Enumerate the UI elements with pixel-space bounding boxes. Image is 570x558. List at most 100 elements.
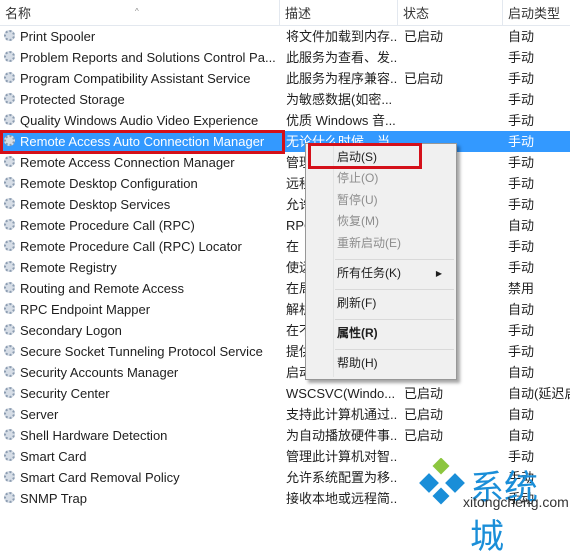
service-row[interactable]: Protected Storage 为敏感数据(如密... 手动 <box>0 89 570 110</box>
service-row[interactable]: Security Center WSCSVC(Windo... 已启动 自动(延… <box>0 383 570 404</box>
service-description: 为敏感数据(如密... <box>286 92 393 107</box>
service-gear-icon <box>4 51 15 62</box>
service-description: 支持此计算机通过... <box>286 407 398 422</box>
service-row[interactable]: Remote Desktop Configuration 远程 手动 <box>0 173 570 194</box>
service-description: 优质 Windows 音... <box>286 113 396 128</box>
service-gear-icon <box>4 240 15 251</box>
service-name: Security Accounts Manager <box>20 365 179 380</box>
service-name: Remote Desktop Configuration <box>20 176 198 191</box>
service-row[interactable]: Program Compatibility Assistant Service … <box>0 68 570 89</box>
service-status: 已启动 <box>404 29 444 44</box>
service-name: RPC Endpoint Mapper <box>20 302 151 317</box>
service-name: Problem Reports and Solutions Control Pa… <box>20 50 276 65</box>
menu-item-help[interactable]: 帮助(H) <box>337 353 378 374</box>
context-menu: 启动(S) 停止(O) 暂停(U) 恢复(M) 重新启动(E) 所有任务(K) ▶… <box>305 143 457 380</box>
service-row[interactable]: Problem Reports and Solutions Control Pa… <box>0 47 570 68</box>
service-gear-icon <box>4 72 15 83</box>
service-gear-icon <box>4 177 15 188</box>
menu-item-pause[interactable]: 暂停(U) <box>337 190 378 211</box>
menu-separator <box>335 349 454 350</box>
menu-separator <box>335 289 454 290</box>
service-gear-icon <box>4 324 15 335</box>
submenu-arrow-icon: ▶ <box>435 269 442 278</box>
service-startup-type: 手动 <box>508 155 535 170</box>
menu-separator <box>335 319 454 320</box>
service-startup-type: 手动 <box>508 239 535 254</box>
service-row[interactable]: Remote Procedure Call (RPC) RPC 自动 <box>0 215 570 236</box>
service-gear-icon <box>4 471 15 482</box>
service-startup-type: 手动 <box>508 113 535 128</box>
service-gear-icon <box>4 345 15 356</box>
service-row[interactable]: Secondary Logon 在不 手动 <box>0 320 570 341</box>
service-status: 已启动 <box>404 428 444 443</box>
service-description: 此服务为查看、发... <box>286 50 398 65</box>
service-status: 已启动 <box>404 407 444 422</box>
service-description: 管理此计算机对智... <box>286 449 398 464</box>
service-gear-icon <box>4 429 15 440</box>
service-row[interactable]: Remote Access Connection Manager 管理 手动 <box>0 152 570 173</box>
column-header: 名称 ^ 描述 状态 启动类型 <box>0 0 570 26</box>
column-status[interactable]: 状态 <box>398 0 503 25</box>
service-name: Remote Registry <box>20 260 117 275</box>
menu-item-stop[interactable]: 停止(O) <box>337 168 378 189</box>
menu-item-refresh[interactable]: 刷新(F) <box>337 293 376 314</box>
service-gear-icon <box>4 387 15 398</box>
watermark-logo-icon <box>419 458 465 505</box>
service-name: Remote Procedure Call (RPC) Locator <box>20 239 242 254</box>
service-name: SNMP Trap <box>20 491 87 506</box>
column-startup-type[interactable]: 启动类型 <box>503 0 570 25</box>
service-description: 此服务为程序兼容... <box>286 71 398 86</box>
service-description: WSCSVC(Windo... <box>286 386 396 401</box>
service-row[interactable]: Remote Registry 使远 手动 <box>0 257 570 278</box>
highlight-selected-service <box>0 130 285 154</box>
service-startup-type: 手动 <box>508 344 535 359</box>
service-name: Smart Card Removal Policy <box>20 470 180 485</box>
menu-gutter <box>333 146 334 377</box>
service-name: Security Center <box>20 386 110 401</box>
service-startup-type: 自动 <box>508 218 535 233</box>
service-gear-icon <box>4 198 15 209</box>
service-gear-icon <box>4 450 15 461</box>
service-startup-type: 手动 <box>508 323 535 338</box>
menu-item-restart[interactable]: 重新启动(E) <box>337 233 401 254</box>
service-gear-icon <box>4 261 15 272</box>
service-row[interactable]: RPC Endpoint Mapper 解析 自动 <box>0 299 570 320</box>
service-row[interactable]: Remote Procedure Call (RPC) Locator 在 手动 <box>0 236 570 257</box>
service-gear-icon <box>4 114 15 125</box>
service-row[interactable]: Print Spooler 将文件加载到内存... 已启动 自动 <box>0 26 570 47</box>
service-name: Program Compatibility Assistant Service <box>20 71 251 86</box>
service-startup-type: 自动 <box>508 29 535 44</box>
menu-item-properties[interactable]: 属性(R) <box>337 323 378 344</box>
service-row[interactable]: Remote Desktop Services 允许 手动 <box>0 194 570 215</box>
service-gear-icon <box>4 492 15 503</box>
service-startup-type: 手动 <box>508 50 535 65</box>
service-name: Remote Procedure Call (RPC) <box>20 218 195 233</box>
service-name: Server <box>20 407 59 422</box>
service-status: 已启动 <box>404 71 444 86</box>
column-description[interactable]: 描述 <box>280 0 398 25</box>
service-row[interactable]: Security Accounts Manager 启动 自动 <box>0 362 570 383</box>
service-row[interactable]: Routing and Remote Access 在局 禁用 <box>0 278 570 299</box>
service-gear-icon <box>4 282 15 293</box>
service-name: Shell Hardware Detection <box>20 428 168 443</box>
service-row[interactable]: Server 支持此计算机通过... 已启动 自动 <box>0 404 570 425</box>
service-gear-icon <box>4 408 15 419</box>
service-row[interactable]: Quality Windows Audio Video Experience 优… <box>0 110 570 131</box>
column-name[interactable]: 名称 ^ <box>0 0 280 25</box>
service-startup-type: 手动 <box>508 134 535 149</box>
service-startup-type: 自动(延迟启 <box>508 386 570 401</box>
service-startup-type: 自动 <box>508 302 535 317</box>
sort-arrow-icon: ^ <box>135 7 139 16</box>
service-gear-icon <box>4 219 15 230</box>
service-row[interactable]: Shell Hardware Detection 为自动播放硬件事... 已启动… <box>0 425 570 446</box>
service-description: 将文件加载到内存... <box>286 29 398 44</box>
menu-item-all-tasks[interactable]: 所有任务(K) ▶ <box>337 263 452 284</box>
service-name: Protected Storage <box>20 92 125 107</box>
service-description: 允许系统配置为移... <box>286 470 398 485</box>
service-name: Routing and Remote Access <box>20 281 185 296</box>
service-startup-type: 禁用 <box>508 281 535 296</box>
menu-item-resume[interactable]: 恢复(M) <box>337 211 379 232</box>
service-row[interactable]: Secure Socket Tunneling Protocol Service… <box>0 341 570 362</box>
service-startup-type: 手动 <box>508 260 535 275</box>
service-startup-type: 自动 <box>508 407 535 422</box>
